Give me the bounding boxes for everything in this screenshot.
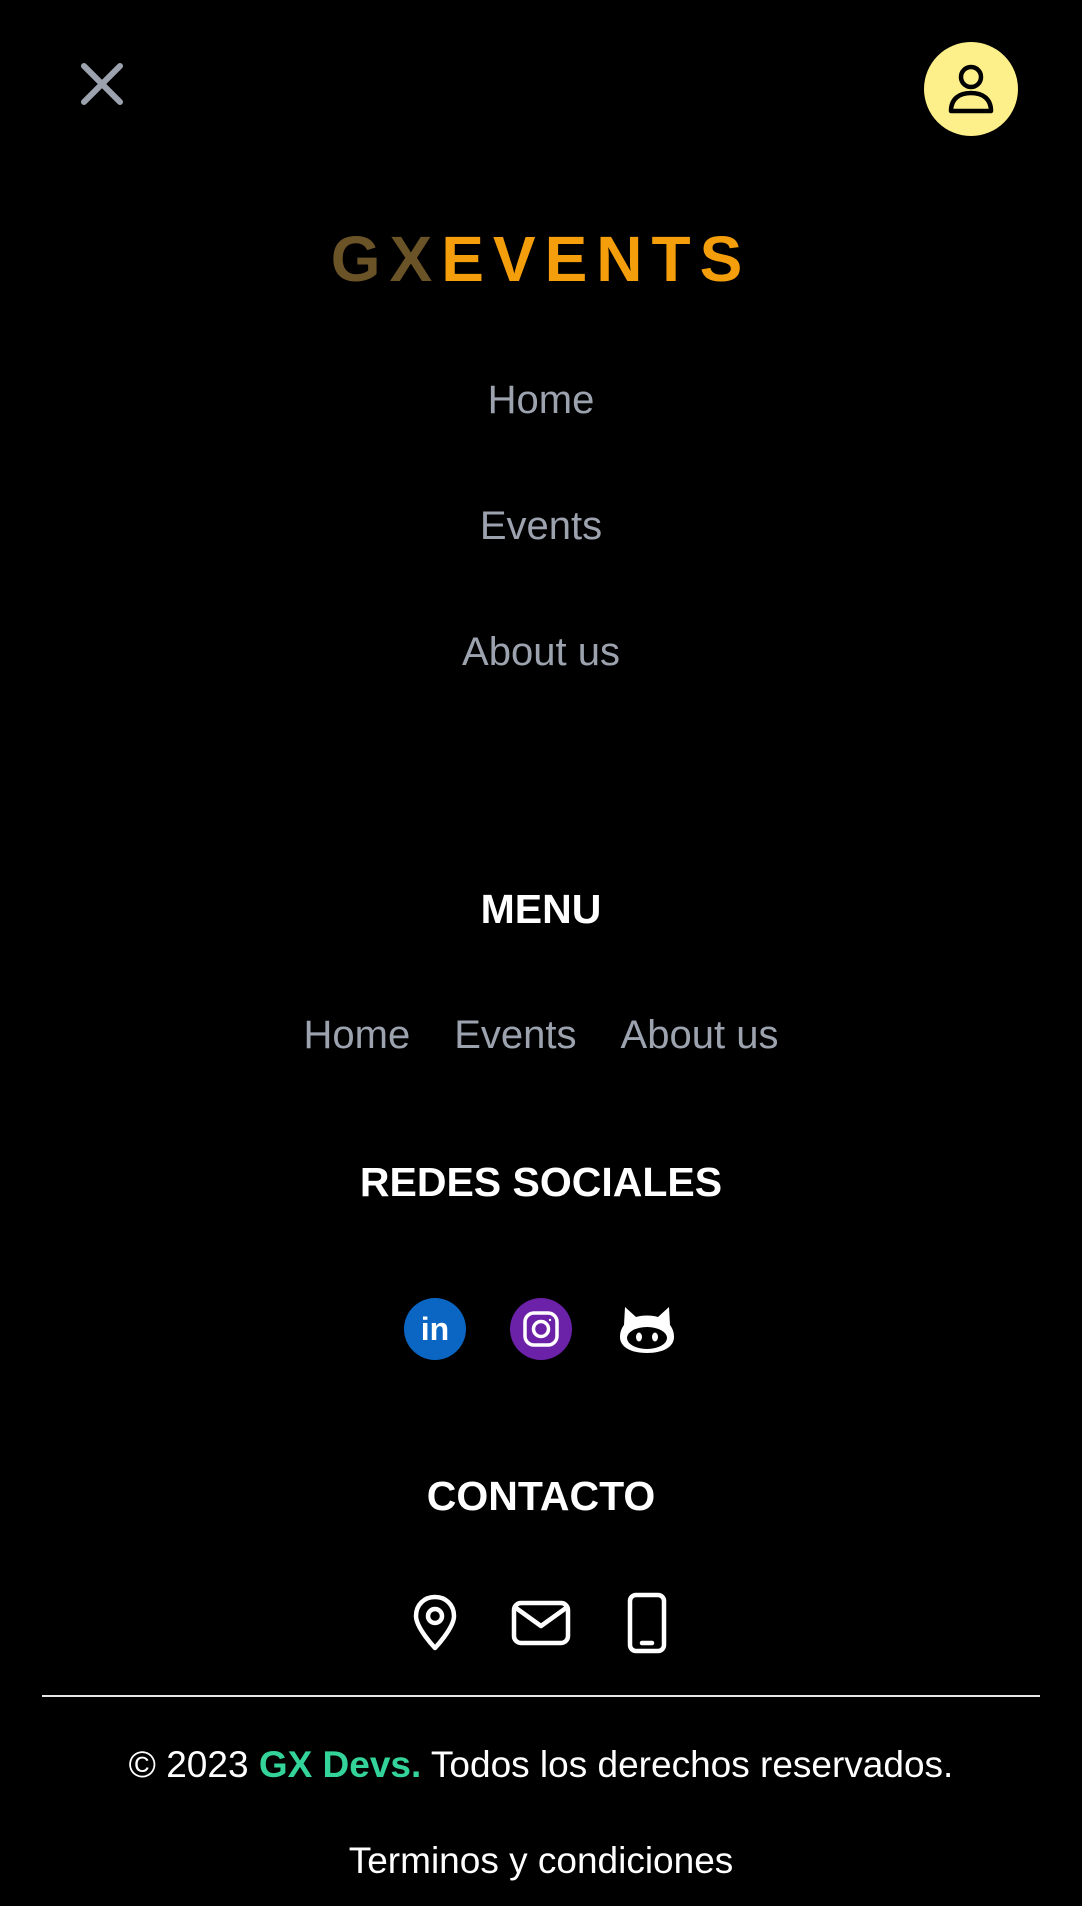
copyright-rights: Todos los derechos reservados. bbox=[430, 1744, 954, 1785]
location-link[interactable] bbox=[403, 1591, 467, 1655]
footer-link-about-us[interactable]: About us bbox=[621, 1010, 779, 1060]
instagram-link[interactable] bbox=[509, 1297, 573, 1361]
close-menu-button[interactable] bbox=[78, 60, 126, 108]
footer-menu-heading: MENU bbox=[480, 886, 602, 932]
mail-icon bbox=[511, 1600, 571, 1646]
github-link[interactable] bbox=[615, 1297, 679, 1361]
instagram-icon bbox=[510, 1298, 572, 1360]
copyright-text: © 2023 GX Devs. Todos los derechos reser… bbox=[0, 1740, 1082, 1790]
location-pin-icon bbox=[413, 1594, 457, 1651]
terms-link[interactable]: Terminos y condiciones bbox=[0, 1836, 1082, 1886]
copyright-year: © 2023 bbox=[128, 1744, 249, 1785]
phone-link[interactable] bbox=[615, 1591, 679, 1655]
footer-link-home[interactable]: Home bbox=[304, 1010, 411, 1060]
linkedin-icon: in bbox=[404, 1298, 466, 1360]
linkedin-icon-text: in bbox=[420, 1310, 450, 1347]
close-icon bbox=[81, 63, 123, 105]
site-logo[interactable]: GXEVENTS bbox=[0, 222, 1082, 296]
copyright-brand-link[interactable]: GX Devs. bbox=[259, 1744, 421, 1785]
contact-icons bbox=[0, 1591, 1082, 1655]
linkedin-link[interactable]: in bbox=[403, 1297, 467, 1361]
footer-social-heading: REDES SOCIALES bbox=[359, 1159, 723, 1205]
user-profile-button[interactable] bbox=[924, 42, 1018, 136]
footer-contact-heading: CONTACTO bbox=[426, 1473, 656, 1519]
logo-events: EVENTS bbox=[441, 223, 752, 295]
phone-icon bbox=[627, 1592, 667, 1654]
footer-menu: Home Events About us bbox=[0, 1010, 1082, 1060]
footer-link-events[interactable]: Events bbox=[454, 1010, 576, 1060]
social-icons: in bbox=[0, 1297, 1082, 1361]
nav-link-about-us[interactable]: About us bbox=[0, 627, 1082, 677]
user-icon bbox=[948, 64, 994, 114]
nav-link-home[interactable]: Home bbox=[0, 375, 1082, 425]
github-icon bbox=[620, 1307, 674, 1353]
logo-gx: GX bbox=[330, 223, 442, 295]
footer-divider bbox=[42, 1695, 1040, 1697]
nav-link-events[interactable]: Events bbox=[0, 501, 1082, 551]
email-link[interactable] bbox=[509, 1591, 573, 1655]
